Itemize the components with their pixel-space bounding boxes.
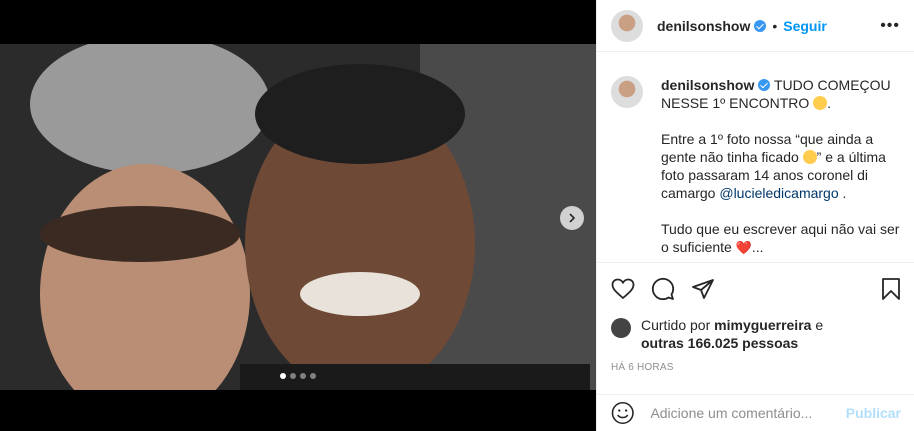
heart-icon[interactable]: [611, 278, 635, 300]
caption-section: denilsonshow TUDO COMEÇOU NESSE 1º ENCON…: [597, 62, 914, 262]
caption-p3-end: ...: [751, 239, 764, 255]
emoji-icon[interactable]: [611, 401, 634, 425]
carousel-dot: [300, 373, 306, 379]
more-options-icon[interactable]: •••: [880, 17, 900, 35]
caption-text: denilsonshow TUDO COMEÇOU NESSE 1º ENCON…: [661, 76, 901, 262]
caption-p3: Tudo que eu escrever aqui não vai ser o …: [661, 221, 900, 255]
chevron-right-icon: [569, 213, 576, 223]
post-timestamp[interactable]: HÁ 6 HORAS: [611, 362, 674, 373]
likes-conj: e: [815, 317, 824, 333]
bookmark-icon[interactable]: [881, 277, 901, 301]
photo-illustration: [0, 44, 596, 390]
caption-mention-after: .: [842, 185, 847, 201]
verified-badge-icon: [758, 79, 771, 91]
avatar[interactable]: [611, 76, 643, 108]
likes-count-link[interactable]: outras 166.025 pessoas: [641, 335, 798, 351]
comment-icon[interactable]: [651, 277, 675, 301]
laughing-emoji-icon: [802, 150, 817, 164]
liker-username[interactable]: mimyguerreira: [714, 317, 811, 333]
caption-username[interactable]: denilsonshow: [661, 77, 771, 93]
post-header: denilsonshow • Seguir •••: [597, 0, 914, 52]
separator: •: [772, 17, 778, 34]
action-bar: [597, 262, 914, 314]
verified-badge-icon: [754, 19, 767, 32]
post-side-panel: denilsonshow • Seguir ••• denilsonshow T…: [596, 0, 914, 431]
comment-input[interactable]: [650, 405, 846, 421]
mention-link[interactable]: @lucieledicamargo: [719, 185, 838, 201]
red-heart-emoji-icon: ❤️: [735, 240, 752, 255]
likes-summary: Curtido por mimyguerreira e outras 166.0…: [611, 316, 911, 352]
carousel-dot: [310, 373, 316, 379]
caption-line1-end: .: [827, 95, 832, 111]
comment-form: Publicar: [597, 394, 914, 431]
post-media: [0, 0, 596, 431]
likes-text: Curtido por mimyguerreira e outras 166.0…: [641, 316, 823, 352]
carousel-dot: [280, 373, 286, 379]
next-photo-button[interactable]: [560, 206, 584, 230]
avatar[interactable]: [611, 9, 643, 42]
publish-button[interactable]: Publicar: [846, 405, 901, 421]
carousel-indicator: [0, 373, 596, 379]
laughing-emoji-icon: [813, 96, 828, 110]
carousel-dot: [290, 373, 296, 379]
share-icon[interactable]: [691, 278, 715, 300]
likes-prefix: Curtido por: [641, 317, 711, 333]
follow-button[interactable]: Seguir: [783, 18, 827, 34]
header-username[interactable]: denilsonshow: [657, 18, 767, 34]
post-photo[interactable]: [0, 44, 596, 390]
avatar[interactable]: [611, 318, 631, 338]
